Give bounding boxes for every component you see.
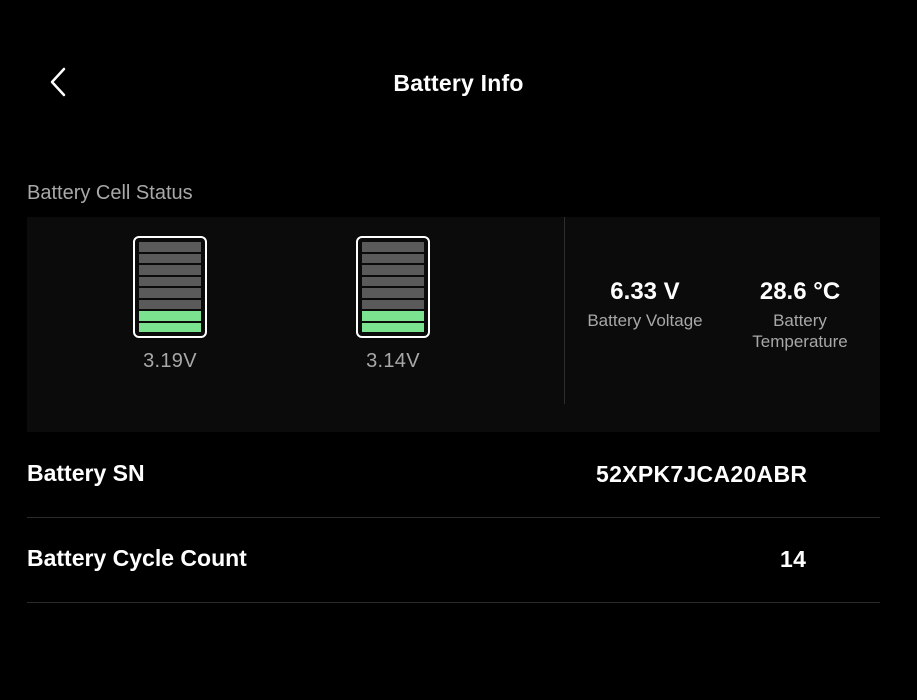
battery-voltage-value: 6.33 V [610, 278, 680, 305]
cell-level-segment [139, 242, 201, 252]
cell-level-segment [362, 322, 424, 332]
cell-level-segment [362, 265, 424, 275]
battery-cell-icon [133, 236, 207, 338]
cell-voltage: 3.14V [366, 350, 420, 372]
cell-level-segment [139, 276, 201, 286]
battery-sn-label: Battery SN [27, 460, 145, 486]
cell-level-segment [362, 299, 424, 309]
page-title: Battery Info [393, 70, 524, 96]
cell-status-label: Battery Cell Status [27, 182, 193, 204]
battery-temperature-label-line2: Temperature [752, 332, 848, 351]
battery-temperature-value: 28.6 °C [759, 278, 841, 305]
cell-level-segment [139, 288, 201, 298]
battery-voltage-stat: 6.33 V Battery Voltage [575, 278, 715, 331]
battery-voltage-label: Battery Voltage [587, 311, 703, 330]
battery-sn-value: 52XPK7JCA20ABR [596, 461, 808, 487]
cell-level-segment [362, 253, 424, 263]
battery-cell-1: 3.19V [130, 236, 210, 373]
cell-voltage: 3.19V [143, 350, 197, 372]
panel-divider [564, 217, 565, 404]
battery-cycle-row: Battery Cycle Count 14 [27, 517, 880, 603]
cell-level-segment [362, 276, 424, 286]
battery-cell-2: 3.14V [353, 236, 433, 373]
cell-level-segment [139, 299, 201, 309]
cell-level-segment [362, 242, 424, 252]
cell-level-segment [139, 253, 201, 263]
cell-level-segment [362, 311, 424, 321]
battery-sn-row: Battery SN 52XPK7JCA20ABR [27, 432, 880, 518]
cell-level-segment [362, 288, 424, 298]
battery-cycle-value: 14 [780, 546, 807, 572]
battery-cell-icon [356, 236, 430, 338]
battery-cycle-label: Battery Cycle Count [27, 545, 247, 571]
cell-level-segment [139, 265, 201, 275]
battery-temperature-label-line1: Battery [773, 311, 827, 330]
battery-temperature-label: Battery Temperature [735, 310, 865, 352]
battery-temperature-stat: 28.6 °C Battery Temperature [735, 278, 865, 352]
cell-level-segment [139, 311, 201, 321]
cell-level-segment [139, 322, 201, 332]
